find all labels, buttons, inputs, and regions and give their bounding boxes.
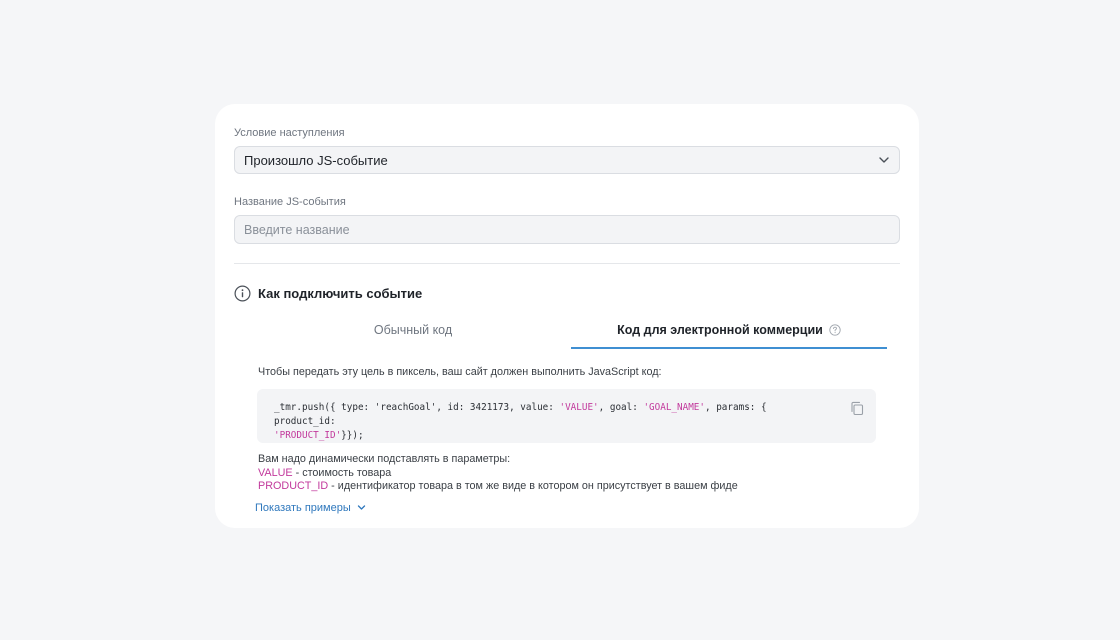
condition-select-value: Произошло JS-событие	[244, 152, 388, 168]
info-icon	[234, 284, 251, 302]
howto-title: Как подключить событие	[258, 285, 423, 301]
code-value-string: 'VALUE'	[559, 402, 599, 413]
chevron-down-icon	[877, 153, 891, 167]
howto-header: Как подключить событие	[234, 284, 900, 302]
param-product-id-row: PRODUCT_ID - идентификатор товара в том …	[258, 480, 900, 494]
params-intro: Вам надо динамически подставлять в парам…	[258, 453, 511, 465]
param-value-row: VALUE - стоимость товара	[258, 467, 900, 481]
tab-ecommerce-code-label: Код для электронной коммерции	[617, 323, 823, 337]
code-goal-string: 'GOAL_NAME'	[643, 402, 706, 413]
tab-regular-code[interactable]: Обычный код	[255, 318, 571, 349]
goal-settings-card: Условие наступления Произошло JS-событие…	[215, 104, 919, 528]
code-part-4: }});	[341, 430, 364, 441]
param-desc: - идентификатор товара в том же виде в к…	[328, 480, 738, 492]
condition-select[interactable]: Произошло JS-событие	[234, 146, 900, 174]
code-part-2: , goal:	[598, 402, 644, 413]
show-examples-link[interactable]: Показать примеры	[255, 502, 366, 514]
instructions-text: Чтобы передать эту цель в пиксель, ваш с…	[258, 366, 662, 378]
chevron-down-icon	[357, 503, 366, 512]
param-key: PRODUCT_ID	[258, 480, 329, 492]
code-tabs: Обычный код Код для электронной коммерци…	[255, 318, 887, 349]
param-desc: - стоимость товара	[292, 466, 392, 479]
event-name-input[interactable]	[234, 215, 900, 244]
code-part-1: _tmr.push({ type: 'reachGoal', id: 34211…	[274, 402, 560, 413]
event-name-label: Название JS-события	[234, 196, 346, 208]
params-description: Вам надо динамически подставлять в парам…	[258, 453, 900, 494]
condition-label: Условие наступления	[234, 127, 345, 139]
code-snippet: _tmr.push({ type: 'reachGoal', id: 34211…	[257, 389, 876, 443]
copy-icon[interactable]	[850, 401, 864, 416]
tab-regular-code-label: Обычный код	[373, 323, 453, 337]
show-examples-label: Показать примеры	[255, 501, 351, 514]
section-divider	[234, 263, 900, 264]
tab-ecommerce-code[interactable]: Код для электронной коммерции	[571, 318, 887, 349]
param-key: VALUE	[258, 466, 293, 479]
help-icon[interactable]	[829, 324, 841, 336]
code-product-string: 'PRODUCT_ID'	[274, 430, 342, 441]
